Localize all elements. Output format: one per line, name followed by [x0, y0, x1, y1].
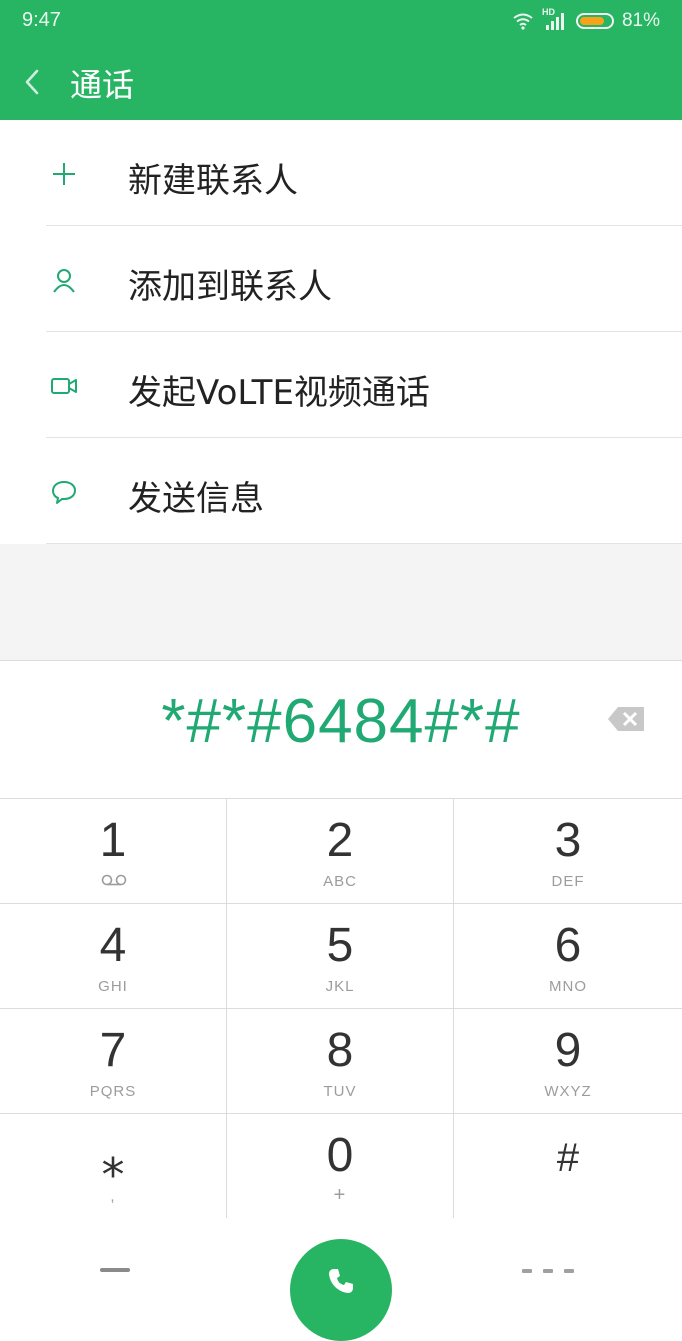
wifi-icon — [513, 13, 533, 30]
menu-item-label: 添加到联系人 — [128, 267, 332, 307]
key-digit: 0 — [326, 1129, 354, 1182]
empty-area — [0, 544, 682, 661]
key-letters: , — [110, 1188, 116, 1205]
key-7[interactable]: 7 PQRS — [0, 1009, 227, 1114]
key-5[interactable]: 5 JKL — [227, 904, 454, 1009]
key-digit: ⁎ — [101, 1134, 125, 1186]
key-4[interactable]: 4 GHI — [0, 904, 227, 1009]
signal-icon: HD — [542, 7, 568, 32]
person-icon — [53, 269, 75, 293]
key-digit: 1 — [99, 814, 127, 867]
key-letters: WXYZ — [544, 1083, 592, 1100]
key-digit: # — [556, 1136, 580, 1180]
dialed-number: *#*#6484#*# — [161, 687, 521, 756]
key-digit: 3 — [554, 814, 582, 867]
key-digit: 5 — [326, 919, 354, 972]
menu-item-new-contact[interactable]: 新建联系人 — [0, 120, 682, 226]
battery-percent: 81% — [621, 10, 660, 31]
menu-item-video-call[interactable]: 发起VoLTE视频通话 — [0, 332, 682, 438]
menu-item-add-to-contact[interactable]: 添加到联系人 — [0, 226, 682, 332]
key-letters: DEF — [551, 873, 585, 890]
key-2[interactable]: 2 ABC — [227, 799, 454, 904]
call-button[interactable] — [290, 1239, 392, 1341]
key-letters: ABC — [323, 873, 357, 890]
video-camera-icon — [51, 378, 77, 394]
battery-icon — [575, 13, 614, 29]
battery-level — [579, 17, 605, 25]
key-letters: PQRS — [89, 1083, 137, 1100]
key-3[interactable]: 3 DEF — [454, 799, 682, 904]
menu-item-label: 发送信息 — [128, 479, 264, 519]
action-menu: 新建联系人 添加到联系人 发起VoLTE视频通话 发送信息 — [0, 120, 682, 544]
key-digit: 4 — [99, 919, 127, 972]
page-title: 通话 — [70, 66, 135, 104]
key-letters: JKL — [325, 978, 355, 995]
key-0[interactable]: 0 + — [227, 1114, 454, 1219]
dial-keypad: 1 2 ABC 3 DEF 4 GHI 5 JKL 6 MNO 7 PQRS 8… — [0, 798, 682, 1219]
menu-item-send-message[interactable]: 发送信息 — [0, 438, 682, 544]
key-star[interactable]: ⁎ , — [0, 1114, 227, 1219]
app-bar: 9:47 HD 81% 通话 — [0, 0, 682, 120]
status-icons: HD 81% — [512, 7, 660, 34]
chevron-left-icon — [25, 69, 39, 95]
key-digit: 6 — [554, 919, 582, 972]
bottom-action-bar — [0, 1218, 682, 1341]
key-6[interactable]: 6 MNO — [454, 904, 682, 1009]
dialpad-icon[interactable] — [518, 1266, 578, 1276]
key-9[interactable]: 9 WXYZ — [454, 1009, 682, 1114]
key-1[interactable]: 1 — [0, 799, 227, 904]
key-hash[interactable]: # — [454, 1114, 682, 1219]
key-digit: 9 — [554, 1024, 582, 1077]
key-8[interactable]: 8 TUV — [227, 1009, 454, 1114]
key-letters: GHI — [98, 978, 128, 995]
key-letters: TUV — [323, 1083, 357, 1100]
key-digit: 7 — [99, 1024, 127, 1077]
number-display: *#*#6484#*# — [0, 661, 682, 798]
back-button[interactable] — [24, 62, 54, 102]
phone-icon — [329, 1269, 353, 1293]
backspace-icon[interactable] — [606, 705, 646, 733]
key-letters: + — [333, 1184, 347, 1206]
menu-icon[interactable] — [100, 1268, 130, 1272]
status-time: 9:47 — [22, 9, 61, 31]
message-bubble-icon — [52, 481, 76, 504]
key-digit: 8 — [326, 1024, 354, 1077]
menu-item-label: 新建联系人 — [128, 161, 298, 201]
voicemail-icon — [101, 874, 127, 886]
key-digit: 2 — [326, 814, 354, 867]
plus-icon — [53, 163, 75, 185]
key-letters: MNO — [549, 978, 587, 995]
menu-item-label: 发起VoLTE视频通话 — [128, 373, 430, 413]
